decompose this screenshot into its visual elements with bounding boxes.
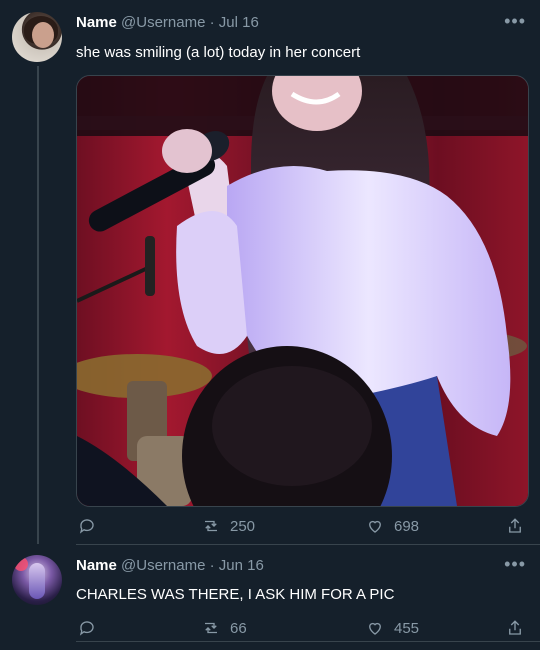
retweet-count: 66 <box>230 619 247 637</box>
timestamp[interactable]: Jun 16 <box>219 557 264 574</box>
retweet-button[interactable]: 66 <box>202 616 247 640</box>
avatar[interactable] <box>12 12 62 62</box>
share-icon <box>509 518 521 533</box>
retweet-button[interactable]: 250 <box>202 514 255 538</box>
reply-icon <box>79 519 94 534</box>
tweet-text: CHARLES WAS THERE, I ASK HIM FOR A PIC <box>76 586 395 603</box>
like-button[interactable]: 455 <box>366 616 419 640</box>
username[interactable]: @Username <box>121 14 205 31</box>
retweet-count: 250 <box>230 517 256 535</box>
tweet-actions: 66 455 <box>76 616 527 640</box>
like-button[interactable]: 698 <box>366 514 419 538</box>
reply-icon <box>79 621 94 636</box>
tweet-divider <box>76 641 540 642</box>
thread-connector <box>37 66 39 544</box>
tweet-text: she was smiling (a lot) today in her con… <box>76 44 361 61</box>
separator: · <box>209 14 215 31</box>
reply-button[interactable] <box>78 616 96 640</box>
like-count: 698 <box>394 517 420 535</box>
separator: · <box>209 557 215 574</box>
share-icon <box>509 620 521 635</box>
share-button[interactable] <box>506 616 524 640</box>
retweet-icon <box>205 622 217 634</box>
avatar[interactable] <box>12 555 62 605</box>
reply-button[interactable] <box>78 514 96 538</box>
heart-icon <box>369 520 381 533</box>
display-name[interactable]: Name <box>76 557 117 574</box>
heart-icon <box>369 622 381 635</box>
like-count: 455 <box>394 619 420 637</box>
display-name[interactable]: Name <box>76 14 117 31</box>
tweet-header: Name @Username · Jun 16 <box>76 556 264 576</box>
more-options-icon[interactable]: ••• <box>504 12 526 30</box>
tweet-photo[interactable] <box>76 75 529 507</box>
tweet-divider <box>76 544 540 545</box>
tweet-actions: 250 698 <box>76 514 527 538</box>
share-button[interactable] <box>506 514 524 538</box>
retweet-icon <box>205 520 217 532</box>
more-options-icon[interactable]: ••• <box>504 555 526 573</box>
tweet-header: Name @Username · Jul 16 <box>76 13 259 33</box>
username[interactable]: @Username <box>121 557 205 574</box>
timestamp[interactable]: Jul 16 <box>219 14 259 31</box>
